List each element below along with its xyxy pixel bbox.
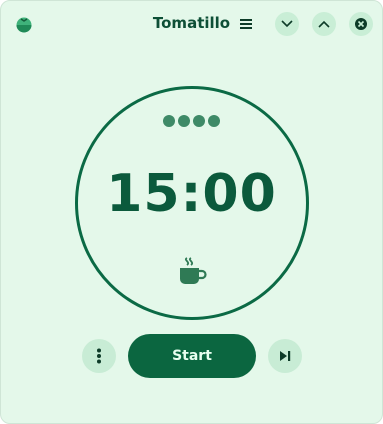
timer-display: 15:00 (106, 164, 277, 224)
session-dot (208, 115, 220, 127)
skip-forward-icon (280, 351, 291, 361)
app-window: Tomatillo 15:00 Start (0, 0, 383, 424)
session-dot (193, 115, 205, 127)
menu-button[interactable] (234, 12, 258, 36)
start-button[interactable]: Start (128, 334, 256, 378)
more-options-button[interactable] (82, 339, 116, 373)
close-button[interactable] (349, 12, 373, 36)
start-button-label: Start (172, 348, 212, 364)
skip-button[interactable] (268, 339, 302, 373)
close-icon (355, 18, 367, 30)
session-dot (178, 115, 190, 127)
vertical-dots-icon (97, 348, 101, 364)
session-dot (163, 115, 175, 127)
minimize-button[interactable] (275, 12, 299, 36)
chevron-down-icon (281, 20, 293, 28)
tomatillo-app-icon (16, 17, 32, 33)
headerbar: Tomatillo (1, 1, 382, 47)
session-dots (163, 115, 220, 127)
chevron-up-icon (318, 20, 330, 28)
maximize-button[interactable] (312, 12, 336, 36)
coffee-cup-icon (180, 257, 207, 284)
hamburger-menu-icon (240, 19, 252, 29)
